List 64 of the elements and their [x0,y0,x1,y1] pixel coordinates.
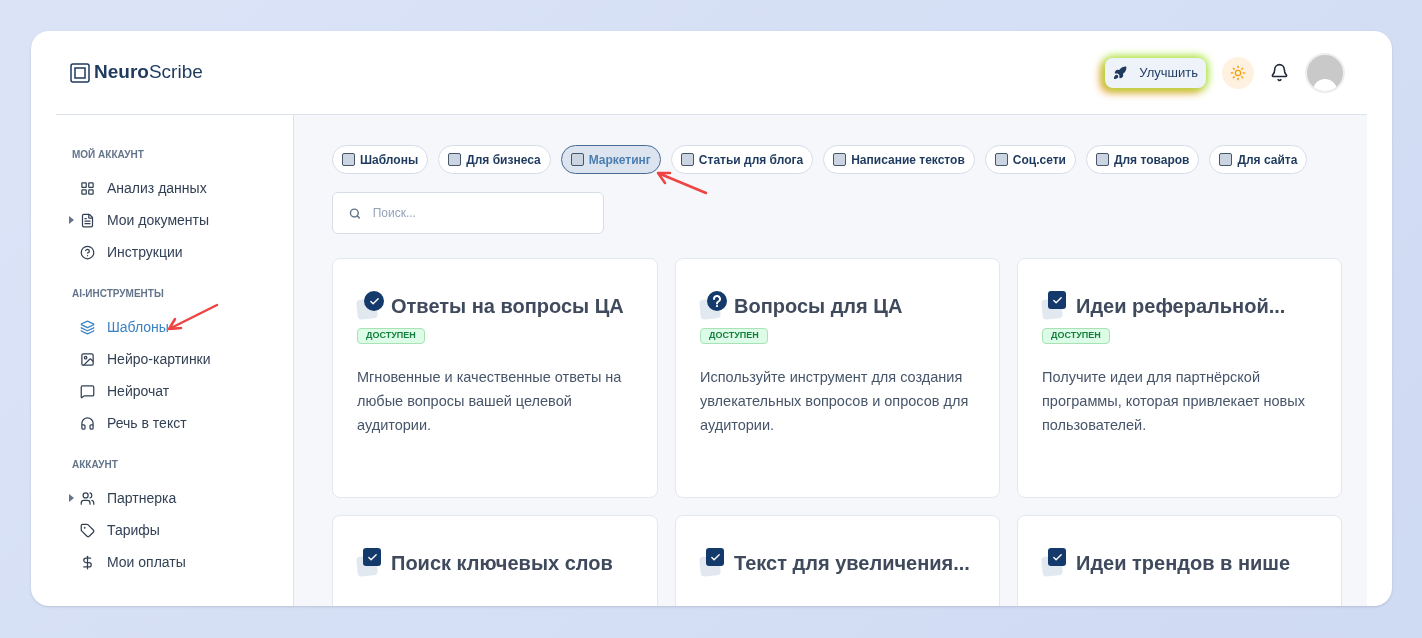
sidebar-item[interactable]: Мои оплаты [80,551,186,573]
expand-caret-icon[interactable] [69,216,74,224]
sidebar-item[interactable]: Инструкции [80,241,183,263]
template-card[interactable]: Поиск ключевых слов [332,515,658,606]
annotation-arrow [656,171,708,195]
template-card[interactable]: Текст для увеличения... [675,515,1000,606]
checkmark-badge-icon [357,291,385,321]
sidebar-item[interactable]: Мои документы [80,209,209,231]
category-chip[interactable]: Для сайта [1209,145,1308,174]
sidebar-item[interactable]: Шаблоны [80,316,169,338]
logo-icon [70,62,90,83]
sun-icon [1230,64,1246,81]
card-title: Ответы на вопросы ЦА [391,294,624,319]
expand-caret-icon[interactable] [69,494,74,502]
chat-icon [80,383,95,399]
sidebar-item[interactable]: Нейрочат [80,380,170,402]
category-chip[interactable]: Статьи для блога [670,145,814,174]
tag-icon [80,522,95,538]
sidebar-item[interactable]: Речь в текст [80,412,187,434]
users-icon [80,490,95,506]
notifications-icon[interactable] [1270,63,1289,82]
sidebar-item[interactable]: Партнерка [80,487,177,509]
card-title: Идеи трендов в нише [1076,551,1291,576]
category-chip[interactable]: Шаблоны [332,145,429,174]
card-title: Поиск ключевых слов [391,551,613,576]
status-tag: ДОСТУПЕН [1042,328,1110,344]
status-tag: ДОСТУПЕН [357,328,425,344]
dollar-icon [80,554,95,570]
search-icon [349,206,361,220]
card-description: Мгновенные и качественные ответы на любые вопросы вашей целевой аудитории. [357,368,623,435]
status-tag: ДОСТУПЕН [700,328,768,344]
layers-icon [80,319,95,335]
template-card[interactable]: Вопросы для ЦА ДОСТУПЕН Используйте инструмент для создания увлекательных вопросов и опросов для аудитории. [675,258,1000,498]
headphones-icon [80,415,95,431]
upgrade-button[interactable]: Улучшить [1105,57,1206,88]
category-chip[interactable]: Написание текстов [823,145,975,174]
rocket-icon [1113,65,1128,80]
template-card[interactable]: Ответы на вопросы ЦА ДОСТУПЕН Мгновенные и качественные ответы на любые вопросы вашей целевой аудитории. [332,258,658,498]
card-description: Используйте инструмент для создания увлекательных вопросов и опросов для аудитории. [700,368,970,435]
search-input[interactable]: Поиск... [372,204,587,222]
sidebar-item[interactable]: Анализ данных [80,177,207,199]
sidebar-item[interactable]: Нейро-картинки [80,348,211,370]
document-icon [80,212,95,228]
card-title: Вопросы для ЦА [734,294,903,319]
card-title: Идеи реферальной... [1076,294,1286,319]
category-chip[interactable]: Для бизнеса [438,145,551,174]
search-field[interactable]: Поиск... [332,192,604,234]
theme-toggle-button[interactable] [1222,56,1254,89]
brand-name: NeuroScribe [94,60,203,85]
card-title: Текст для увеличения... [734,551,970,576]
sidebar-section-title: МОЙ АККАУНТ [72,147,145,162]
category-chip[interactable]: Соц.сети [984,145,1076,174]
question-badge-icon [700,291,728,321]
help-icon [80,244,95,260]
image-icon [80,351,95,367]
sidebar-section-title: AI-ИНСТРУМЕНТЫ [72,287,165,301]
category-chip[interactable]: Для товаров [1085,145,1200,174]
template-card[interactable]: Идеи трендов в нише [1017,515,1342,606]
sidebar-section-title: АККАУНТ [72,458,119,472]
sidebar-item[interactable]: Тарифы [80,519,160,541]
template-card[interactable]: Идеи реферальной... ДОСТУПЕН Получите идеи для партнёрской программы, которая привлекает новых пользователей. [1017,258,1342,498]
grid-icon [80,180,95,196]
card-description: Получите идеи для партнёрской программы, которая привлекает новых пользователей. [1042,368,1306,435]
annotation-arrow [167,303,219,331]
